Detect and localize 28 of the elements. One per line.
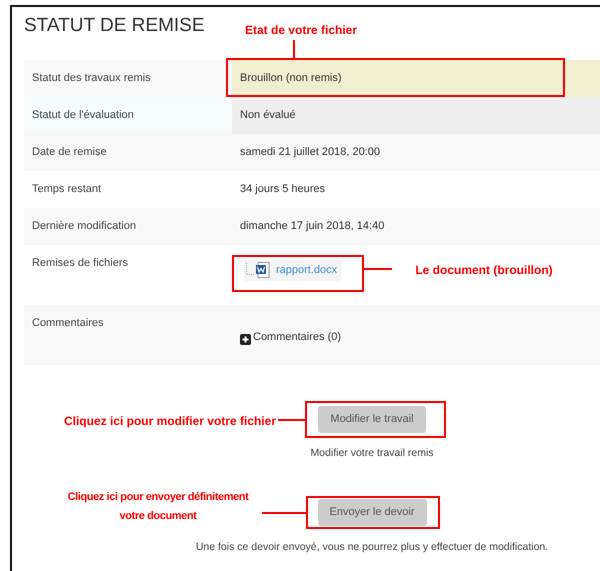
table-cell-text: Statut des travaux remis: [31, 71, 152, 86]
table-cell: Non évalué: [232, 97, 600, 134]
table-cell-text: dimanche 17 juin 2018, 14:40: [239, 219, 386, 234]
help-text: Modifier votre travail remis: [310, 447, 434, 459]
annotation-label: Cliquez ici pour modifier votre fichier: [62, 413, 276, 430]
table-cell-text: Commentaires: [31, 316, 105, 331]
tree-connector-icon: [246, 263, 254, 275]
table-cell-text: 34 jours 5 heures: [239, 182, 326, 197]
help-text: Une fois ce devoir envoyé, vous ne pourrez plus y effectuer de modification.: [196, 541, 548, 553]
table-cell-text: Date de remise: [31, 145, 108, 160]
annotation-label: Etat de votre fichier: [244, 22, 358, 39]
leader-line: [278, 419, 305, 421]
action-button[interactable]: Modifier le travail: [318, 406, 426, 433]
expand-icon[interactable]: [240, 334, 251, 345]
table-cell-text: Temps restant: [31, 182, 102, 197]
table-cell-text: samedi 21 juillet 2018, 20:00: [239, 145, 382, 160]
action-button[interactable]: Envoyer le devoir: [318, 499, 426, 526]
table-cell-text: Dernière modification: [31, 219, 137, 234]
annotation-label: Le document (brouillon): [414, 262, 554, 279]
leader-line: [293, 40, 295, 58]
leader-line: [262, 512, 306, 514]
table-cell-text: Remises de fichiers: [31, 256, 129, 271]
table-cell: Brouillon (non remis): [232, 60, 600, 97]
section-title: STATUT DE REMISE: [24, 15, 205, 37]
annotation-label: Cliquez ici pour envoyer définitement votre document: [66, 490, 250, 524]
leader-line: [364, 268, 392, 270]
table-cell: Statut de l'évaluation: [24, 97, 232, 134]
comments-link[interactable]: Commentaires (0): [253, 330, 342, 345]
